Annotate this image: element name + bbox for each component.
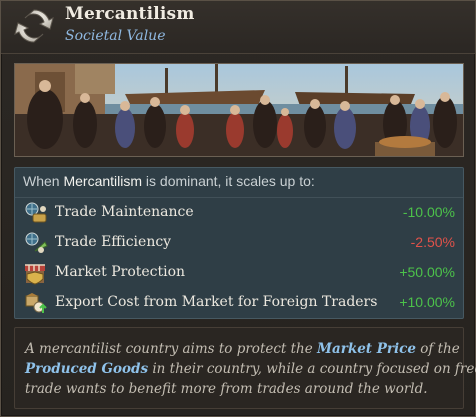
market-scene-illustration	[14, 63, 464, 157]
value-subtitle: Societal Value	[65, 28, 166, 44]
flavor-description: A mercantilist country aims to protect t…	[14, 327, 476, 409]
effect-value: +10.00%	[399, 294, 455, 310]
tooltip-panel: Mercantilism Societal Value When Mercant…	[0, 0, 476, 417]
produced-goods-link[interactable]: Produced Goods	[25, 361, 148, 377]
effect-value: -10.00%	[402, 204, 455, 220]
effect-label: Trade Maintenance	[55, 204, 194, 220]
effect-row-trade-efficiency[interactable]: Trade Efficiency -2.50%	[15, 228, 463, 258]
effect-value: -2.50%	[410, 234, 455, 250]
effect-row-market-protection[interactable]: Market Protection +50.00%	[15, 258, 463, 288]
tooltip-header: Mercantilism Societal Value	[1, 1, 475, 54]
effects-box: When Mercantilism is dominant, it scales…	[14, 167, 464, 319]
description-line-1: A mercantilist country aims to protect t…	[25, 341, 460, 357]
effect-value: +50.00%	[399, 264, 455, 280]
value-name: Mercantilism	[63, 173, 143, 189]
market-price-link[interactable]: Market Price	[317, 341, 416, 357]
effect-label: Export Cost from Market for Foreign Trad…	[55, 294, 378, 310]
effect-label: Market Protection	[55, 264, 186, 280]
effects-intro: When Mercantilism is dominant, it scales…	[23, 173, 315, 189]
effect-label: Trade Efficiency	[55, 234, 172, 250]
description-line-3: trade wants to benefit more from trades …	[25, 381, 428, 397]
value-title: Mercantilism	[65, 4, 195, 24]
trade-maintenance-icon	[25, 202, 47, 223]
description-line-2: Produced Goods in their country, while a…	[25, 361, 476, 377]
export-cost-icon	[25, 293, 47, 313]
effect-row-export-cost[interactable]: Export Cost from Market for Foreign Trad…	[15, 288, 463, 318]
trade-efficiency-icon	[25, 232, 48, 253]
effect-row-trade-maintenance[interactable]: Trade Maintenance -10.00%	[15, 198, 463, 228]
circular-arrows-icon	[14, 9, 54, 43]
market-protection-icon	[25, 264, 45, 285]
